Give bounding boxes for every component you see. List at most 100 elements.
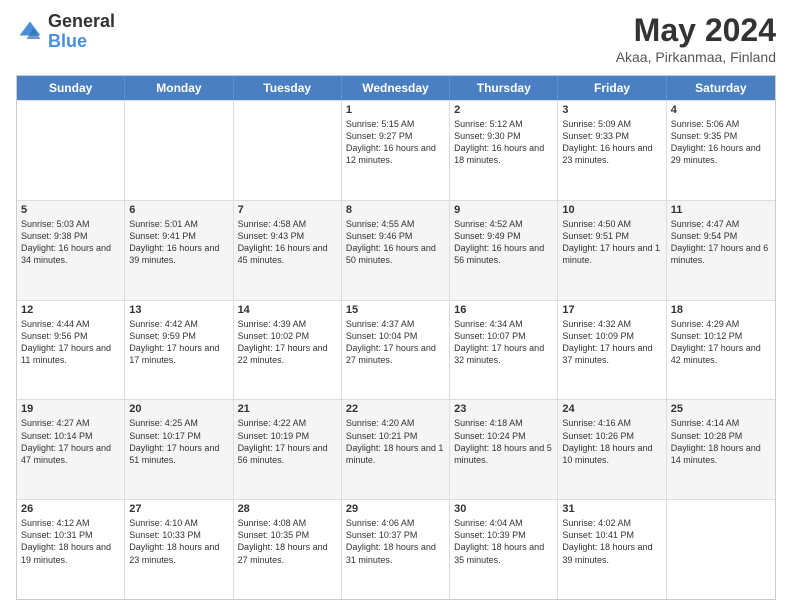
week-row-2: 5 Sunrise: 5:03 AM Sunset: 9:38 PM Daylig… [17, 200, 775, 300]
header-sunday: Sunday [17, 76, 125, 100]
cal-cell-w2-d4: 8 Sunrise: 4:55 AM Sunset: 9:46 PM Daylig… [342, 201, 450, 300]
day-number: 28 [238, 503, 337, 515]
logo-general-text: General [48, 12, 115, 32]
day-info: Sunrise: 4:14 AM Sunset: 10:28 PM Daylig… [671, 417, 771, 466]
day-info: Sunrise: 4:22 AM Sunset: 10:19 PM Daylig… [238, 417, 337, 466]
cal-cell-w1-d2 [125, 101, 233, 200]
cal-cell-w2-d6: 10Sunrise: 4:50 AM Sunset: 9:51 PM Dayli… [558, 201, 666, 300]
cal-cell-w5-d7 [667, 500, 775, 599]
day-number: 11 [671, 204, 771, 216]
header-monday: Monday [125, 76, 233, 100]
day-number: 23 [454, 403, 553, 415]
cal-cell-w1-d6: 3Sunrise: 5:09 AM Sunset: 9:33 PM Daylig… [558, 101, 666, 200]
cal-cell-w4-d2: 20 Sunrise: 4:25 AM Sunset: 10:17 PM Dayl… [125, 400, 233, 499]
day-info: Sunrise: 5:12 AM Sunset: 9:30 PM Dayligh… [454, 118, 553, 167]
header-tuesday: Tuesday [234, 76, 342, 100]
day-number: 29 [346, 503, 445, 515]
day-info: Sunrise: 4:42 AM Sunset: 9:59 PM Dayligh… [129, 318, 228, 367]
day-number: 4 [671, 104, 771, 116]
calendar-subtitle: Akaa, Pirkanmaa, Finland [616, 49, 776, 65]
day-number: 24 [562, 403, 661, 415]
header-friday: Friday [558, 76, 666, 100]
day-info: Sunrise: 4:47 AM Sunset: 9:54 PM Dayligh… [671, 218, 771, 267]
logo-text: General Blue [48, 12, 115, 52]
cal-cell-w4-d7: 25 Sunrise: 4:14 AM Sunset: 10:28 PM Dayl… [667, 400, 775, 499]
cal-cell-w1-d4: 1 Sunrise: 5:15 AM Sunset: 9:27 PM Daylig… [342, 101, 450, 200]
day-number: 15 [346, 304, 445, 316]
cal-cell-w2-d5: 9 Sunrise: 4:52 AM Sunset: 9:49 PM Daylig… [450, 201, 558, 300]
day-info: Sunrise: 5:15 AM Sunset: 9:27 PM Dayligh… [346, 118, 445, 167]
day-number: 1 [346, 104, 445, 116]
week-row-5: 26 Sunrise: 4:12 AM Sunset: 10:31 PM Dayl… [17, 499, 775, 599]
day-number: 2 [454, 104, 553, 116]
cal-cell-w3-d2: 13 Sunrise: 4:42 AM Sunset: 9:59 PM Dayli… [125, 301, 233, 400]
week-row-1: 1 Sunrise: 5:15 AM Sunset: 9:27 PM Daylig… [17, 100, 775, 200]
day-number: 26 [21, 503, 120, 515]
day-info: Sunrise: 4:32 AM Sunset: 10:09 PM Daylig… [562, 318, 661, 367]
cal-cell-w2-d3: 7Sunrise: 4:58 AM Sunset: 9:43 PM Daylig… [234, 201, 342, 300]
day-info: Sunrise: 5:06 AM Sunset: 9:35 PM Dayligh… [671, 118, 771, 167]
cal-cell-w3-d7: 18Sunrise: 4:29 AM Sunset: 10:12 PM Dayl… [667, 301, 775, 400]
cal-cell-w3-d1: 12 Sunrise: 4:44 AM Sunset: 9:56 PM Dayli… [17, 301, 125, 400]
cal-cell-w1-d5: 2 Sunrise: 5:12 AM Sunset: 9:30 PM Daylig… [450, 101, 558, 200]
day-number: 8 [346, 204, 445, 216]
cal-cell-w2-d1: 5 Sunrise: 5:03 AM Sunset: 9:38 PM Daylig… [17, 201, 125, 300]
day-number: 13 [129, 304, 228, 316]
calendar-body: 1 Sunrise: 5:15 AM Sunset: 9:27 PM Daylig… [17, 100, 775, 599]
day-number: 19 [21, 403, 120, 415]
day-number: 14 [238, 304, 337, 316]
cal-cell-w5-d4: 29 Sunrise: 4:06 AM Sunset: 10:37 PM Dayl… [342, 500, 450, 599]
day-info: Sunrise: 4:04 AM Sunset: 10:39 PM Daylig… [454, 517, 553, 566]
day-info: Sunrise: 4:58 AM Sunset: 9:43 PM Dayligh… [238, 218, 337, 267]
day-info: Sunrise: 4:37 AM Sunset: 10:04 PM Daylig… [346, 318, 445, 367]
cal-cell-w4-d1: 19Sunrise: 4:27 AM Sunset: 10:14 PM Dayl… [17, 400, 125, 499]
header: General Blue May 2024 Akaa, Pirkanmaa, F… [16, 12, 776, 65]
day-info: Sunrise: 4:44 AM Sunset: 9:56 PM Dayligh… [21, 318, 120, 367]
week-row-4: 19Sunrise: 4:27 AM Sunset: 10:14 PM Dayl… [17, 399, 775, 499]
day-number: 5 [21, 204, 120, 216]
day-info: Sunrise: 5:03 AM Sunset: 9:38 PM Dayligh… [21, 218, 120, 267]
calendar-header-row: Sunday Monday Tuesday Wednesday Thursday… [17, 76, 775, 100]
day-info: Sunrise: 4:18 AM Sunset: 10:24 PM Daylig… [454, 417, 553, 466]
day-info: Sunrise: 4:06 AM Sunset: 10:37 PM Daylig… [346, 517, 445, 566]
cal-cell-w1-d3 [234, 101, 342, 200]
day-number: 17 [562, 304, 661, 316]
cal-cell-w4-d4: 22Sunrise: 4:20 AM Sunset: 10:21 PM Dayl… [342, 400, 450, 499]
logo-blue-text: Blue [48, 32, 115, 52]
day-number: 12 [21, 304, 120, 316]
cal-cell-w3-d5: 16Sunrise: 4:34 AM Sunset: 10:07 PM Dayl… [450, 301, 558, 400]
day-number: 25 [671, 403, 771, 415]
day-info: Sunrise: 4:02 AM Sunset: 10:41 PM Daylig… [562, 517, 661, 566]
day-number: 22 [346, 403, 445, 415]
day-number: 20 [129, 403, 228, 415]
day-info: Sunrise: 4:52 AM Sunset: 9:49 PM Dayligh… [454, 218, 553, 267]
day-info: Sunrise: 4:16 AM Sunset: 10:26 PM Daylig… [562, 417, 661, 466]
day-info: Sunrise: 5:01 AM Sunset: 9:41 PM Dayligh… [129, 218, 228, 267]
day-info: Sunrise: 4:12 AM Sunset: 10:31 PM Daylig… [21, 517, 120, 566]
header-thursday: Thursday [450, 76, 558, 100]
header-right: May 2024 Akaa, Pirkanmaa, Finland [616, 12, 776, 65]
day-info: Sunrise: 5:09 AM Sunset: 9:33 PM Dayligh… [562, 118, 661, 167]
cal-cell-w5-d1: 26 Sunrise: 4:12 AM Sunset: 10:31 PM Dayl… [17, 500, 125, 599]
cal-cell-w4-d6: 24 Sunrise: 4:16 AM Sunset: 10:26 PM Dayl… [558, 400, 666, 499]
header-wednesday: Wednesday [342, 76, 450, 100]
day-number: 9 [454, 204, 553, 216]
header-saturday: Saturday [667, 76, 775, 100]
page: General Blue May 2024 Akaa, Pirkanmaa, F… [0, 0, 792, 612]
day-info: Sunrise: 4:10 AM Sunset: 10:33 PM Daylig… [129, 517, 228, 566]
day-number: 18 [671, 304, 771, 316]
cal-cell-w3-d6: 17 Sunrise: 4:32 AM Sunset: 10:09 PM Dayl… [558, 301, 666, 400]
cal-cell-w3-d3: 14 Sunrise: 4:39 AM Sunset: 10:02 PM Dayl… [234, 301, 342, 400]
cal-cell-w4-d3: 21Sunrise: 4:22 AM Sunset: 10:19 PM Dayl… [234, 400, 342, 499]
day-number: 6 [129, 204, 228, 216]
week-row-3: 12 Sunrise: 4:44 AM Sunset: 9:56 PM Dayli… [17, 300, 775, 400]
calendar-title: May 2024 [616, 12, 776, 49]
day-info: Sunrise: 4:39 AM Sunset: 10:02 PM Daylig… [238, 318, 337, 367]
day-number: 10 [562, 204, 661, 216]
day-info: Sunrise: 4:55 AM Sunset: 9:46 PM Dayligh… [346, 218, 445, 267]
cal-cell-w5-d3: 28Sunrise: 4:08 AM Sunset: 10:35 PM Dayl… [234, 500, 342, 599]
cal-cell-w4-d5: 23 Sunrise: 4:18 AM Sunset: 10:24 PM Dayl… [450, 400, 558, 499]
cal-cell-w1-d7: 4 Sunrise: 5:06 AM Sunset: 9:35 PM Daylig… [667, 101, 775, 200]
cal-cell-w3-d4: 15 Sunrise: 4:37 AM Sunset: 10:04 PM Dayl… [342, 301, 450, 400]
day-info: Sunrise: 4:25 AM Sunset: 10:17 PM Daylig… [129, 417, 228, 466]
